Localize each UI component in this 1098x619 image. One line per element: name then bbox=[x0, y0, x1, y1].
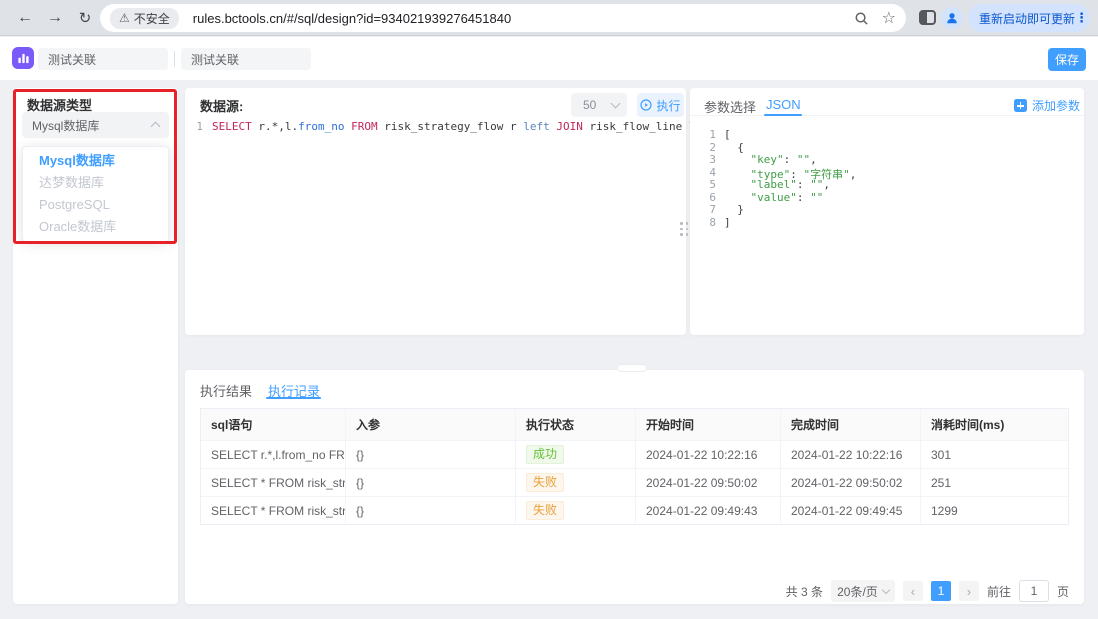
status-badge: 失败 bbox=[526, 501, 564, 520]
sql-token: risk_strategy_flow r bbox=[384, 120, 523, 133]
security-chip[interactable]: ⚠ 不安全 bbox=[110, 8, 179, 29]
datasource-select-value: Mysql数据库 bbox=[32, 117, 99, 134]
tab-exec-result[interactable]: 执行结果 bbox=[200, 381, 252, 400]
total-count: 共 3 条 bbox=[786, 583, 823, 600]
sql-token: FROM bbox=[351, 120, 384, 133]
json-line: 2 { bbox=[690, 141, 1084, 154]
sql-token: risk_flow_line l bbox=[590, 120, 703, 133]
chevron-up-icon bbox=[151, 122, 161, 132]
col-end-time: 完成时间 bbox=[781, 409, 921, 440]
execute-label: 执行 bbox=[656, 97, 680, 114]
profile-avatar[interactable] bbox=[941, 7, 963, 29]
sql-editor-panel: 数据源: 50 执行 1 SELECT r.*,l.from_no FROM r… bbox=[185, 88, 686, 335]
option-postgresql[interactable]: PostgreSQL bbox=[23, 194, 168, 216]
params-panel: 参数选择 JSON 添加参数 1[ 2 { 3 "key": "", 4 "ty… bbox=[690, 88, 1084, 335]
warning-icon: ⚠ bbox=[119, 11, 130, 25]
json-line: 5 "label": "", bbox=[690, 178, 1084, 191]
json-line: 6 "value": "" bbox=[690, 191, 1084, 204]
prev-page-button[interactable]: ‹ bbox=[903, 581, 923, 601]
security-label: 不安全 bbox=[134, 10, 170, 27]
json-line: 1[ bbox=[690, 128, 1084, 141]
rule-name-input[interactable] bbox=[38, 48, 168, 70]
json-line: 8] bbox=[690, 216, 1084, 229]
table-row: SELECT * FROM risk_strateg... {} 失败 2024… bbox=[201, 468, 1068, 496]
page-size-value: 20条/页 bbox=[837, 583, 878, 600]
goto-unit: 页 bbox=[1057, 583, 1069, 600]
add-param-label: 添加参数 bbox=[1032, 97, 1080, 114]
page-1-button[interactable]: 1 bbox=[931, 581, 951, 601]
col-status: 执行状态 bbox=[516, 409, 636, 440]
goto-label: 前往 bbox=[987, 583, 1011, 600]
table-header-row: sql语句 入参 执行状态 开始时间 完成时间 消耗时间(ms) bbox=[201, 409, 1068, 440]
status-badge: 失败 bbox=[526, 473, 564, 492]
tab-json[interactable]: JSON bbox=[766, 97, 801, 112]
sql-token: left bbox=[523, 120, 556, 133]
col-params: 入参 bbox=[346, 409, 516, 440]
relaunch-update-label: 重新启动即可更新 bbox=[979, 10, 1075, 27]
bookmark-star-icon[interactable]: ☆ bbox=[882, 8, 896, 28]
reload-icon[interactable]: ↻ bbox=[72, 5, 98, 31]
status-badge: 成功 bbox=[526, 445, 564, 464]
pagination: 共 3 条 20条/页 ‹ 1 › 前往 页 bbox=[786, 579, 1069, 603]
execute-button[interactable]: 执行 bbox=[637, 93, 684, 117]
row-limit-value: 50 bbox=[583, 98, 596, 112]
col-cost: 消耗时间(ms) bbox=[921, 409, 1068, 440]
address-bar[interactable]: ⚠ 不安全 rules.bctools.cn/#/sql/design?id=9… bbox=[100, 4, 906, 32]
url-text: rules.bctools.cn/#/sql/design?id=9340219… bbox=[193, 11, 846, 26]
back-icon[interactable]: ← bbox=[12, 5, 38, 31]
sql-token: r.*,l. bbox=[258, 120, 298, 133]
app-header: 保存 bbox=[0, 37, 1098, 80]
tab-param-select[interactable]: 参数选择 bbox=[704, 97, 756, 116]
relaunch-update-button[interactable]: 重新启动即可更新 ⋮ bbox=[968, 4, 1090, 32]
datasource-sidebar: 数据源类型 Mysql数据库 Mysql数据库 达梦数据库 PostgreSQL… bbox=[13, 88, 178, 604]
page-size-select[interactable]: 20条/页 bbox=[831, 580, 895, 602]
table-row: SELECT r.*,l.from_no FROM r... {} 成功 202… bbox=[201, 440, 1068, 468]
horizontal-splitter-handle[interactable] bbox=[617, 364, 647, 372]
chevron-down-icon bbox=[882, 585, 890, 593]
rule-name-input-secondary[interactable] bbox=[181, 48, 311, 70]
json-line: 4 "type": "字符串", bbox=[690, 166, 1084, 179]
active-tab-underline bbox=[266, 397, 321, 399]
side-panel-icon[interactable] bbox=[919, 10, 936, 25]
add-param-button[interactable]: 添加参数 bbox=[1014, 97, 1080, 114]
sql-token: JOIN bbox=[556, 120, 589, 133]
datasource-select[interactable]: Mysql数据库 bbox=[22, 112, 169, 138]
option-oracle[interactable]: Oracle数据库 bbox=[23, 216, 168, 238]
row-limit-select[interactable]: 50 bbox=[571, 93, 627, 117]
browser-menu-icon[interactable]: ⋮ bbox=[1075, 10, 1088, 26]
app-logo-icon bbox=[12, 47, 34, 69]
datasource-label: 数据源: bbox=[200, 96, 243, 115]
option-mysql[interactable]: Mysql数据库 bbox=[23, 150, 168, 172]
line-number: 1 bbox=[193, 120, 203, 133]
json-line: 3 "key": "", bbox=[690, 153, 1084, 166]
results-panel: 执行结果 执行记录 sql语句 入参 执行状态 开始时间 完成时间 消耗时间(m… bbox=[185, 370, 1084, 604]
plus-icon bbox=[1014, 99, 1027, 112]
table-row: SELECT * FROM risk_strateg... {} 失败 2024… bbox=[201, 496, 1068, 524]
chevron-down-icon bbox=[611, 99, 621, 109]
save-button[interactable]: 保存 bbox=[1048, 48, 1086, 71]
sql-token: SELECT bbox=[212, 120, 258, 133]
forward-icon[interactable]: → bbox=[42, 5, 68, 31]
search-icon[interactable] bbox=[854, 11, 869, 26]
goto-page-input[interactable] bbox=[1019, 580, 1049, 602]
browser-toolbar: ← → ↻ ⚠ 不安全 rules.bctools.cn/#/sql/desig… bbox=[0, 0, 1098, 36]
active-tab-underline bbox=[764, 114, 802, 116]
history-table: sql语句 入参 执行状态 开始时间 完成时间 消耗时间(ms) SELECT … bbox=[200, 408, 1069, 525]
panel-splitter-handle[interactable] bbox=[680, 222, 690, 238]
play-circle-icon bbox=[640, 99, 652, 111]
option-dameng[interactable]: 达梦数据库 bbox=[23, 172, 168, 194]
screen: ← → ↻ ⚠ 不安全 rules.bctools.cn/#/sql/desig… bbox=[0, 0, 1098, 619]
datasource-dropdown: Mysql数据库 达梦数据库 PostgreSQL Oracle数据库 bbox=[22, 146, 169, 242]
next-page-button[interactable]: › bbox=[959, 581, 979, 601]
col-sql: sql语句 bbox=[201, 409, 346, 440]
person-icon bbox=[945, 11, 959, 25]
json-line: 7 } bbox=[690, 203, 1084, 216]
bar-chart-icon bbox=[17, 52, 30, 65]
sql-token: from_no bbox=[298, 120, 351, 133]
header-divider bbox=[174, 51, 175, 67]
col-start-time: 开始时间 bbox=[636, 409, 781, 440]
json-editor[interactable]: 1[ 2 { 3 "key": "", 4 "type": "字符串", 5 "… bbox=[690, 128, 1084, 228]
